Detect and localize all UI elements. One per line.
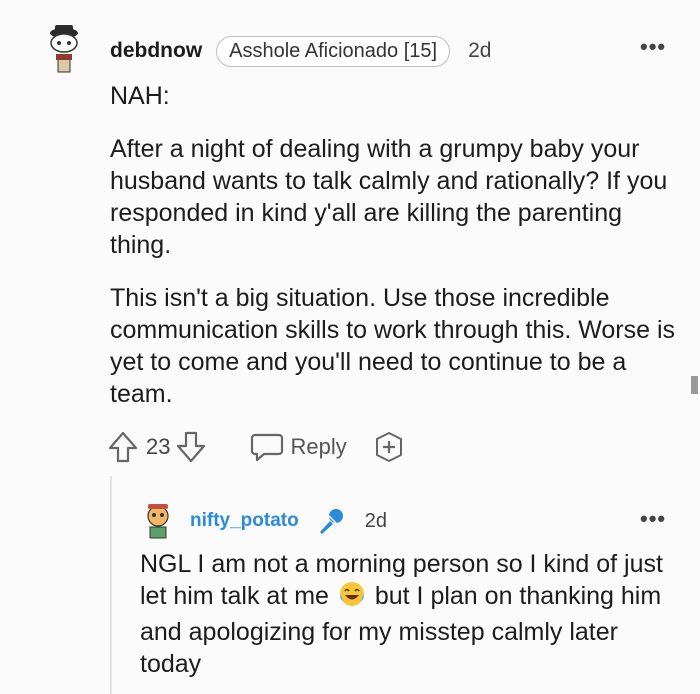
microphone-icon (315, 505, 347, 537)
downvote-button[interactable] (176, 431, 206, 463)
comment-paragraph: After a night of dealing with a grumpy b… (110, 135, 668, 259)
snoo-avatar-icon (138, 500, 178, 540)
comment-actions: 23 Reply (108, 430, 405, 464)
reply-bubble-icon (251, 433, 284, 462)
reply-paragraph: NGL I am not a morning person so I kind … (140, 548, 680, 680)
reply-age: 2d (364, 509, 387, 532)
reply-body: NGL I am not a morning person so I kind … (140, 548, 680, 680)
comment-age: 2d (468, 39, 492, 62)
reply-label: Reply (290, 434, 347, 459)
vote-count: 23 (146, 434, 171, 459)
scrollbar-thumb[interactable] (691, 376, 698, 394)
comment-body: NAH: After a night of dealing with a gru… (110, 80, 680, 410)
award-button[interactable] (373, 431, 405, 463)
award-plus-icon (375, 432, 402, 462)
downvote-arrow-icon (177, 431, 206, 463)
comment-username[interactable]: debdnow (110, 39, 202, 63)
reply-more-button[interactable]: ••• (640, 508, 666, 530)
user-flair: Asshole Aficionado [15] (216, 35, 451, 67)
reply-meta: nifty_potato 2d (190, 507, 387, 535)
comment-more-button[interactable]: ••• (640, 36, 666, 58)
thread-line[interactable] (110, 476, 112, 694)
reply-button[interactable]: Reply (250, 432, 347, 462)
reply-user-avatar[interactable] (138, 500, 178, 540)
comment-meta: debdnow Asshole Aficionado [15] 2d (110, 34, 491, 68)
upvote-button[interactable] (108, 431, 138, 463)
laughing-tears-emoji-icon (338, 580, 366, 616)
reply-username[interactable]: nifty_potato (190, 510, 299, 532)
user-avatar[interactable] (36, 20, 92, 76)
upvote-arrow-icon (108, 431, 138, 463)
comment-paragraph: NAH: (110, 82, 170, 110)
comment-paragraph: This isn't a big situation. Use those in… (110, 284, 676, 408)
snoo-avatar-icon (36, 20, 92, 76)
